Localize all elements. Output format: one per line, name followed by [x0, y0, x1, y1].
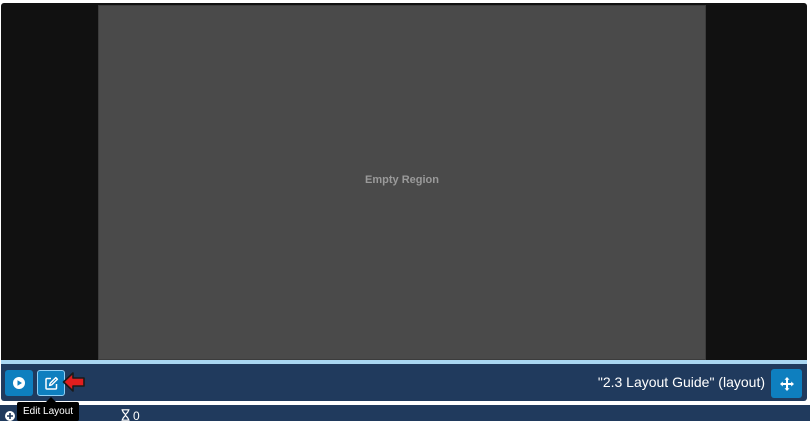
empty-region[interactable]: Empty Region: [98, 5, 706, 360]
preview-button[interactable]: [5, 370, 33, 396]
edit-layout-tooltip: Edit Layout: [17, 402, 80, 421]
edit-layout-button[interactable]: [37, 370, 65, 396]
play-circle-icon: [12, 376, 26, 390]
layout-viewer-frame: Empty Region "2.3 Layout Guide" (layout): [1, 3, 807, 401]
add-circle-icon[interactable]: [4, 409, 16, 427]
layout-preview-canvas: Empty Region: [1, 3, 807, 360]
duration-count: 0: [133, 409, 140, 423]
edit-icon: [44, 376, 59, 391]
arrows-move-icon: [779, 376, 795, 392]
region-label: Empty Region: [365, 173, 439, 186]
layout-title: "2.3 Layout Guide" (layout): [597, 374, 765, 390]
pointer-arrow-icon: [62, 371, 86, 398]
layout-toolbar: "2.3 Layout Guide" (layout): [1, 364, 807, 401]
move-button[interactable]: [771, 369, 802, 398]
